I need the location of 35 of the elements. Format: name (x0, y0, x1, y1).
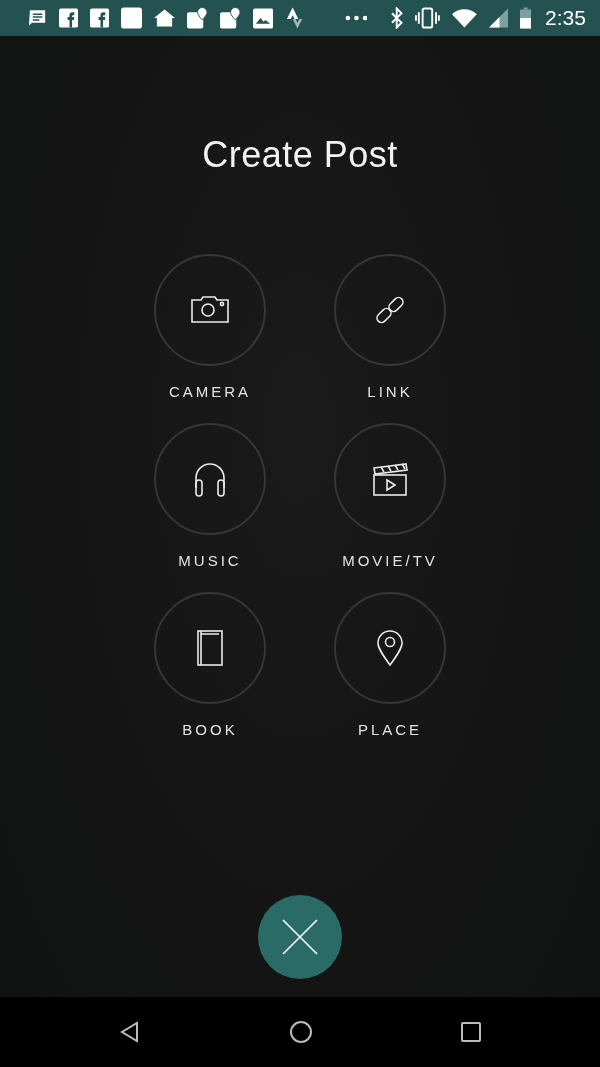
vibrate-icon (414, 7, 440, 29)
square-icon (121, 7, 143, 29)
option-label: LINK (367, 383, 413, 401)
page-title: Create Post (202, 134, 398, 176)
bluetooth-icon (391, 7, 403, 29)
status-time: 2:35 (545, 6, 586, 30)
back-button[interactable] (119, 1021, 141, 1043)
option-button[interactable] (154, 254, 266, 366)
camera-icon (190, 294, 230, 326)
image-icon (253, 7, 274, 29)
message-icon (28, 9, 48, 27)
location-pin-icon (375, 628, 405, 668)
headphones-icon (192, 460, 228, 498)
map-pin-icon (220, 7, 242, 29)
facebook-icon (90, 8, 110, 28)
more-icon (344, 15, 368, 21)
option-label: BOOK (182, 721, 238, 739)
home-button[interactable] (289, 1020, 313, 1044)
option-button[interactable] (334, 423, 446, 535)
wifi-icon (451, 8, 477, 28)
option-button[interactable] (154, 592, 266, 704)
battery-icon (519, 7, 532, 29)
option-label: MUSIC (178, 552, 242, 570)
clapperboard-icon (371, 460, 409, 498)
option-label: PLACE (357, 721, 423, 739)
chevrons-icon (285, 7, 303, 29)
recents-button[interactable] (461, 1022, 481, 1042)
home-icon (154, 9, 176, 27)
close-icon (282, 919, 318, 955)
facebook-icon (59, 8, 79, 28)
map-pin-icon (187, 7, 209, 29)
option-label: MOVIE/TV (342, 552, 438, 570)
signal-icon (488, 8, 508, 28)
option-label: CAMERA (168, 383, 252, 401)
book-icon (195, 628, 225, 668)
